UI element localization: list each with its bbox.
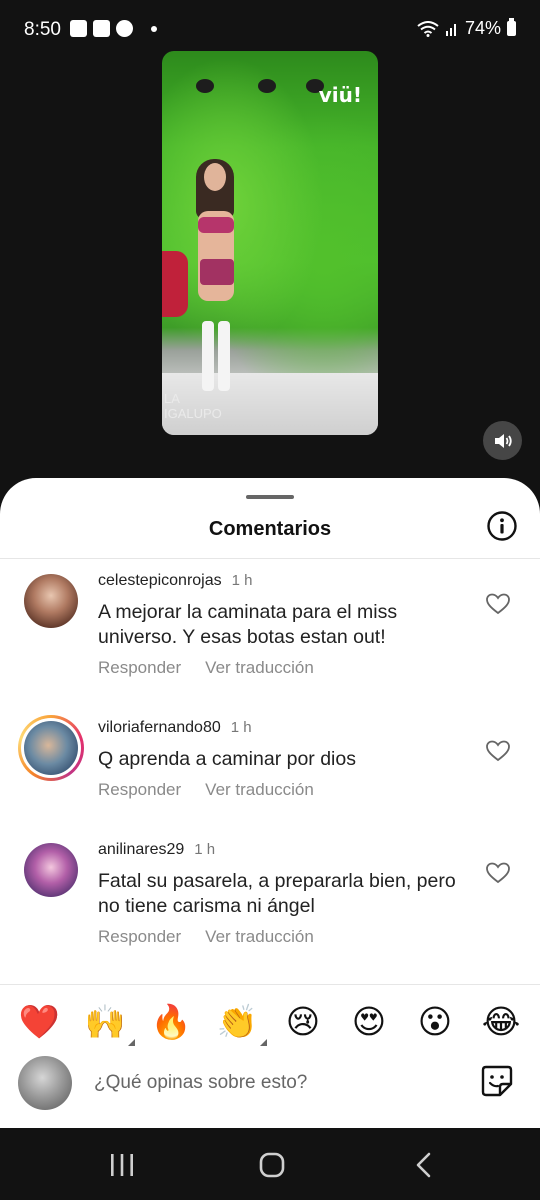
wifi-icon — [417, 20, 439, 37]
model-boot — [218, 321, 230, 391]
status-right: 74% — [417, 18, 516, 39]
comment-item: viloriafernando80 1 h Q aprenda a caminar… — [0, 715, 540, 807]
reaction-heart-eyes-emoji[interactable]: 😍 — [347, 1000, 391, 1044]
status-time: 8:50 — [24, 19, 61, 40]
app-notification-icon — [93, 20, 110, 37]
comment-time: 1 h — [230, 719, 252, 736]
model-top — [198, 217, 234, 233]
back-icon[interactable] — [409, 1152, 439, 1178]
stage-light — [196, 79, 214, 93]
sticker-icon[interactable] — [480, 1064, 514, 1098]
reaction-clapping-emoji[interactable]: 👏 — [215, 1000, 267, 1046]
divider — [0, 984, 540, 985]
system-nav-bar — [0, 1128, 540, 1200]
heart-icon[interactable] — [486, 740, 510, 762]
pinterest-icon — [116, 20, 133, 37]
reaction-raising-hands-glyph: 🙌 — [84, 1002, 126, 1041]
comment-actions: Responder Ver traducción — [98, 927, 338, 947]
notification-icons — [70, 20, 157, 37]
drag-handle[interactable] — [246, 495, 294, 499]
image-icon — [70, 20, 87, 37]
video-caption-line: LA — [164, 391, 180, 406]
divider — [0, 558, 540, 559]
comment-composer — [0, 1056, 540, 1116]
comment-meta: anilinares29 1 h — [98, 841, 215, 859]
stage-light — [258, 79, 276, 93]
model-bottom — [200, 259, 234, 285]
translate-button[interactable]: Ver traducción — [205, 927, 314, 946]
comment-time: 1 h — [194, 841, 216, 858]
signal-icon — [445, 23, 456, 36]
reaction-fire-emoji[interactable]: 🔥 — [149, 1000, 193, 1044]
translate-button[interactable]: Ver traducción — [205, 658, 314, 677]
skin-tone-corner-icon — [128, 1039, 135, 1046]
status-bar: 8:50 74% — [0, 0, 540, 44]
comment-item: celestepiconrojas 1 h A mejorar la camina… — [0, 570, 540, 680]
translate-button[interactable]: Ver traducción — [205, 780, 314, 799]
comment-item: anilinares29 1 h Fatal su pasarela, a pre… — [0, 839, 540, 949]
comment-text: Q aprenda a caminar por dios — [98, 748, 356, 770]
reaction-laughing-emoji[interactable]: 😂 — [479, 1000, 523, 1044]
comment-meta: celestepiconrojas 1 h — [98, 572, 252, 590]
reply-button[interactable]: Responder — [98, 658, 181, 677]
model-head — [204, 163, 226, 191]
comment-text: Fatal su pasarela, a prepararla bien, pe… — [98, 870, 456, 917]
comment-text: A mejorar la caminata para el miss unive… — [98, 601, 398, 648]
sheet-title: Comentarios — [208, 518, 332, 540]
heart-icon[interactable] — [486, 593, 510, 615]
red-flag — [162, 251, 188, 317]
comment-actions: Responder Ver traducción — [98, 658, 338, 678]
volume-button[interactable] — [483, 421, 522, 460]
reaction-crying-emoji[interactable]: 😢 — [281, 1000, 325, 1044]
avatar[interactable] — [24, 574, 78, 628]
reaction-heart-emoji[interactable]: ❤️ — [17, 1000, 61, 1044]
comment-username[interactable]: celestepiconrojas — [98, 572, 222, 589]
home-icon[interactable] — [257, 1152, 287, 1178]
reaction-clapping-glyph: 👏 — [216, 1002, 258, 1041]
avatar[interactable] — [24, 843, 78, 897]
video-caption: LA IGALUPO — [164, 391, 222, 421]
comment-actions: Responder Ver traducción — [98, 780, 338, 800]
comment-time: 1 h — [231, 572, 253, 589]
volume-icon — [494, 433, 512, 448]
video-caption-line: IGALUPO — [164, 406, 222, 421]
more-notifications-dot — [151, 25, 157, 32]
comment-username[interactable]: viloriafernando80 — [98, 719, 221, 736]
avatar-with-story-ring[interactable] — [18, 715, 84, 781]
model-boot — [202, 321, 214, 391]
comment-username[interactable]: anilinares29 — [98, 841, 184, 858]
skin-tone-corner-icon — [260, 1039, 267, 1046]
battery-icon — [507, 18, 516, 36]
avatar — [24, 721, 78, 775]
battery-percent: 74% — [464, 18, 501, 38]
video-preview[interactable]: viü! LA IGALUPO — [162, 51, 378, 435]
reply-button[interactable]: Responder — [98, 780, 181, 799]
quick-reactions: ❤️ 🙌 🔥 👏 😢 😍 😮 😂 — [0, 1000, 540, 1046]
comment-input[interactable] — [92, 1068, 456, 1098]
reaction-raising-hands-emoji[interactable]: 🙌 — [83, 1000, 135, 1046]
heart-icon[interactable] — [486, 862, 510, 884]
reply-button[interactable]: Responder — [98, 927, 181, 946]
recents-icon[interactable] — [107, 1152, 137, 1178]
info-icon[interactable] — [487, 511, 517, 541]
comment-meta: viloriafernando80 1 h — [98, 719, 252, 737]
reaction-surprised-emoji[interactable]: 😮 — [413, 1000, 457, 1044]
video-logo: viü! — [318, 83, 362, 107]
my-avatar — [18, 1056, 72, 1110]
